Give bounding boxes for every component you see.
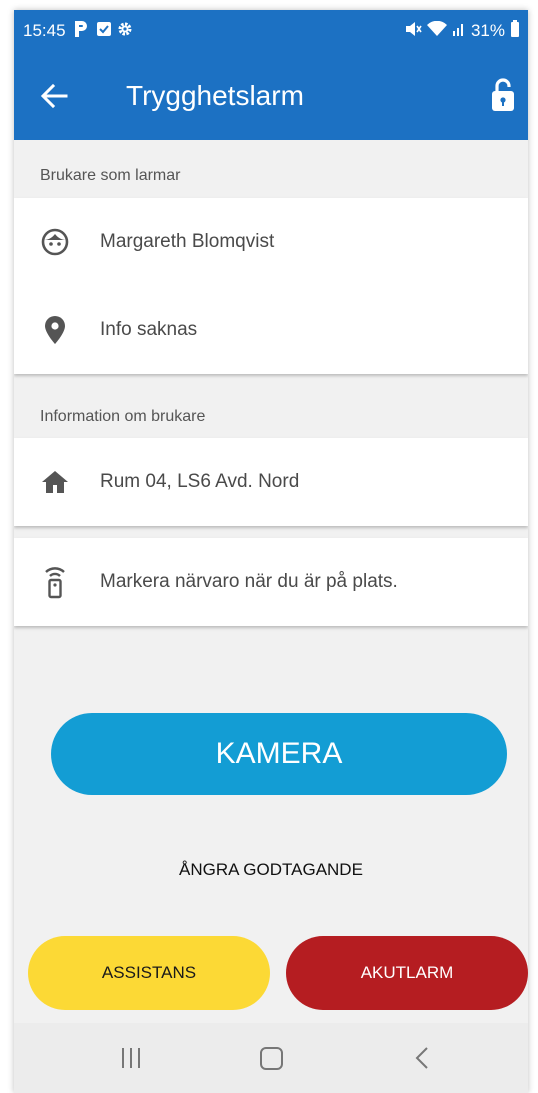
location-pin-icon xyxy=(40,315,70,345)
mute-icon xyxy=(404,21,422,42)
status-bar-right: 31% xyxy=(404,19,520,43)
arrow-left-icon xyxy=(40,83,68,109)
status-bar: 15:45 31% xyxy=(14,10,528,52)
remote-signal-icon xyxy=(40,567,70,599)
back-chevron-icon[interactable] xyxy=(412,1045,432,1076)
status-bar-left: 15:45 xyxy=(23,19,133,44)
list-item-user-name[interactable]: Margareth Blomqvist xyxy=(14,198,528,286)
recent-apps-icon[interactable] xyxy=(120,1045,142,1076)
face-icon xyxy=(40,227,70,257)
unlocked-padlock-icon xyxy=(492,78,514,111)
phone-screen: 15:45 31% Trygghetslarm Brukare som larm… xyxy=(14,10,528,1093)
user-name: Margareth Blomqvist xyxy=(100,231,275,252)
list-item-presence[interactable]: Markera närvaro när du är på plats. xyxy=(14,538,528,626)
user-info-card: Rum 04, LS6 Avd. Nord xyxy=(14,438,528,526)
system-nav-bar xyxy=(14,1023,528,1093)
presence-text: Markera närvaro när du är på plats. xyxy=(100,571,398,592)
room-text: Rum 04, LS6 Avd. Nord xyxy=(100,471,300,492)
location-text: Info saknas xyxy=(100,319,198,340)
signal-icon xyxy=(452,21,466,42)
home-icon xyxy=(40,467,70,497)
status-time: 15:45 xyxy=(23,21,66,40)
alarming-user-card: Margareth Blomqvist Info saknas xyxy=(14,198,528,374)
p-icon xyxy=(71,19,91,44)
assistance-button[interactable]: ASSISTANS xyxy=(28,936,270,1010)
list-item-location[interactable]: Info saknas xyxy=(14,286,528,374)
camera-button[interactable]: KAMERA xyxy=(51,713,507,795)
presence-card: Markera närvaro när du är på plats. xyxy=(14,538,528,626)
section-label-alarming-user: Brukare som larmar xyxy=(40,167,181,184)
gear-icon xyxy=(117,21,133,42)
undo-accept-button[interactable]: ÅNGRA GODTAGANDE xyxy=(14,860,528,880)
section-label-user-info: Information om brukare xyxy=(40,408,206,425)
page-title: Trygghetslarm xyxy=(126,80,304,111)
battery-percent: 31% xyxy=(470,21,505,40)
back-button[interactable] xyxy=(38,80,70,112)
check-box-icon xyxy=(96,21,112,42)
battery-icon xyxy=(510,19,520,43)
lock-button[interactable] xyxy=(490,77,516,113)
app-bar: Trygghetslarm xyxy=(14,52,528,140)
home-square-icon[interactable] xyxy=(259,1045,285,1076)
list-item-room[interactable]: Rum 04, LS6 Avd. Nord xyxy=(14,438,528,526)
emergency-alarm-button[interactable]: AKUTLARM xyxy=(286,936,528,1010)
wifi-icon xyxy=(426,20,447,42)
